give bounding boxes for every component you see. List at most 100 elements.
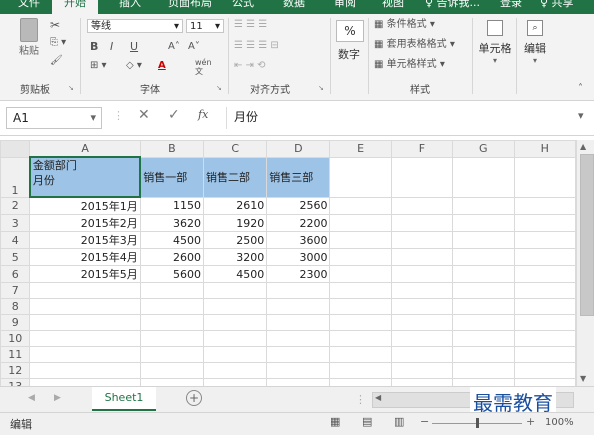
cell[interactable]	[29, 378, 141, 386]
cell-a4[interactable]: 2015年3月	[29, 231, 141, 249]
tab-review[interactable]: 审阅	[334, 0, 356, 14]
cell[interactable]	[452, 362, 515, 379]
editing-button[interactable]: ⌕ 编辑 ▾	[520, 20, 550, 65]
cell[interactable]	[390, 362, 454, 379]
row-header[interactable]: 1	[0, 156, 31, 198]
cell-a5[interactable]: 2015年4月	[29, 248, 141, 266]
cell[interactable]	[513, 214, 576, 232]
cell[interactable]	[329, 214, 392, 232]
zoom-in-icon[interactable]: +	[526, 415, 535, 428]
row-header[interactable]: 10	[0, 330, 31, 347]
cell-c5[interactable]: 3200	[203, 248, 268, 266]
column-header-a[interactable]: A	[29, 140, 141, 158]
clipboard-launcher-icon[interactable]: ↘	[68, 84, 74, 92]
cell[interactable]	[452, 298, 515, 315]
cell-d1[interactable]: 销售三部	[266, 156, 331, 198]
scroll-down-icon[interactable]: ▼	[580, 374, 586, 383]
tab-data[interactable]: 数据	[283, 0, 305, 14]
italic-button[interactable]: I	[110, 40, 113, 54]
column-header-b[interactable]: B	[139, 140, 205, 158]
fill-color-icon[interactable]: ◇ ▾	[126, 59, 142, 73]
row-header[interactable]: 6	[0, 265, 31, 283]
worksheet-grid[interactable]: A B C D E F G H 1 金额部门 月份 销售一部 销售二部 销售三部…	[0, 140, 576, 386]
percent-button[interactable]: %	[336, 20, 364, 42]
cell[interactable]	[329, 330, 392, 347]
cell-b4[interactable]: 4500	[139, 231, 205, 249]
cell[interactable]	[390, 298, 454, 315]
cell[interactable]	[513, 330, 576, 347]
cell[interactable]	[203, 362, 268, 379]
cell[interactable]	[329, 231, 392, 249]
cell[interactable]	[29, 330, 141, 347]
zoom-level[interactable]: 100%	[545, 417, 574, 428]
shrink-font-button[interactable]: A˅	[188, 40, 200, 54]
phonetic-button[interactable]: wén 文	[195, 58, 212, 76]
cell[interactable]	[513, 378, 576, 386]
tab-page-layout[interactable]: 页面布局	[168, 0, 212, 14]
cell[interactable]	[266, 346, 331, 363]
cell[interactable]	[266, 282, 331, 299]
bold-button[interactable]: B	[90, 40, 98, 54]
cell[interactable]	[390, 282, 454, 299]
sheet-tab-sheet1[interactable]: Sheet1	[92, 387, 156, 411]
cell[interactable]	[513, 346, 576, 363]
cell-b1[interactable]: 销售一部	[139, 156, 205, 198]
cell[interactable]	[266, 330, 331, 347]
scroll-up-icon[interactable]: ▲	[580, 142, 586, 151]
cell-b2[interactable]: 1150	[139, 196, 205, 215]
cell[interactable]	[203, 282, 268, 299]
cell[interactable]	[29, 314, 141, 331]
cell-b3[interactable]: 3620	[139, 214, 205, 232]
cell[interactable]	[513, 298, 576, 315]
page-layout-view-icon[interactable]: ▤	[362, 415, 372, 428]
next-sheet-icon[interactable]: ▶	[54, 393, 61, 403]
format-painter-icon[interactable]: 🖌	[50, 54, 63, 68]
cell[interactable]	[452, 265, 515, 283]
scrollbar-thumb[interactable]	[580, 154, 594, 316]
sign-in-link[interactable]: 登录	[500, 0, 522, 14]
cell[interactable]	[390, 378, 454, 386]
prev-sheet-icon[interactable]: ◀	[28, 393, 35, 403]
formula-input[interactable]: 月份	[234, 108, 258, 125]
borders-icon[interactable]: ⊞ ▾	[90, 59, 107, 73]
paste-button[interactable]: 粘贴	[14, 18, 44, 57]
cell-c4[interactable]: 2500	[203, 231, 268, 249]
cell[interactable]	[513, 362, 576, 379]
cells-button[interactable]: 单元格 ▾	[476, 20, 514, 65]
row-header[interactable]: 5	[0, 248, 31, 266]
cell[interactable]	[452, 248, 515, 266]
cell-a1[interactable]: 金额部门 月份	[28, 156, 142, 198]
tab-formulas[interactable]: 公式	[232, 0, 254, 14]
cell-a2[interactable]: 2015年1月	[29, 196, 141, 215]
cell[interactable]	[390, 314, 454, 331]
underline-button[interactable]: U	[130, 40, 138, 54]
cell-c3[interactable]: 1920	[203, 214, 268, 232]
row-header[interactable]: 13	[0, 378, 31, 386]
cell[interactable]	[390, 196, 454, 215]
cell[interactable]	[452, 231, 515, 249]
font-name-combo[interactable]: 等线 ▾	[87, 19, 183, 33]
conditional-format-button[interactable]: ▦ 条件格式 ▾	[374, 18, 435, 32]
cell[interactable]	[329, 362, 392, 379]
cell[interactable]	[139, 314, 205, 331]
row-header[interactable]: 11	[0, 346, 31, 363]
cell-c2[interactable]: 2610	[203, 196, 268, 215]
cell[interactable]	[29, 346, 141, 363]
cell-d6[interactable]: 2300	[266, 265, 331, 283]
cell[interactable]	[390, 265, 454, 283]
cell[interactable]	[452, 214, 515, 232]
cell[interactable]	[139, 378, 205, 386]
insert-function-button[interactable]: fx	[198, 108, 208, 121]
row-header[interactable]: 7	[0, 282, 31, 299]
cell[interactable]	[513, 248, 576, 266]
cell[interactable]	[29, 362, 141, 379]
zoom-slider-thumb[interactable]	[476, 418, 479, 428]
normal-view-icon[interactable]: ▦	[330, 415, 340, 428]
cut-icon[interactable]: ✂	[50, 18, 60, 32]
cell[interactable]	[203, 298, 268, 315]
row-header[interactable]: 12	[0, 362, 31, 379]
cell[interactable]	[203, 346, 268, 363]
cell-d4[interactable]: 3600	[266, 231, 331, 249]
cell[interactable]	[329, 196, 392, 215]
add-sheet-icon[interactable]: +	[186, 390, 202, 406]
